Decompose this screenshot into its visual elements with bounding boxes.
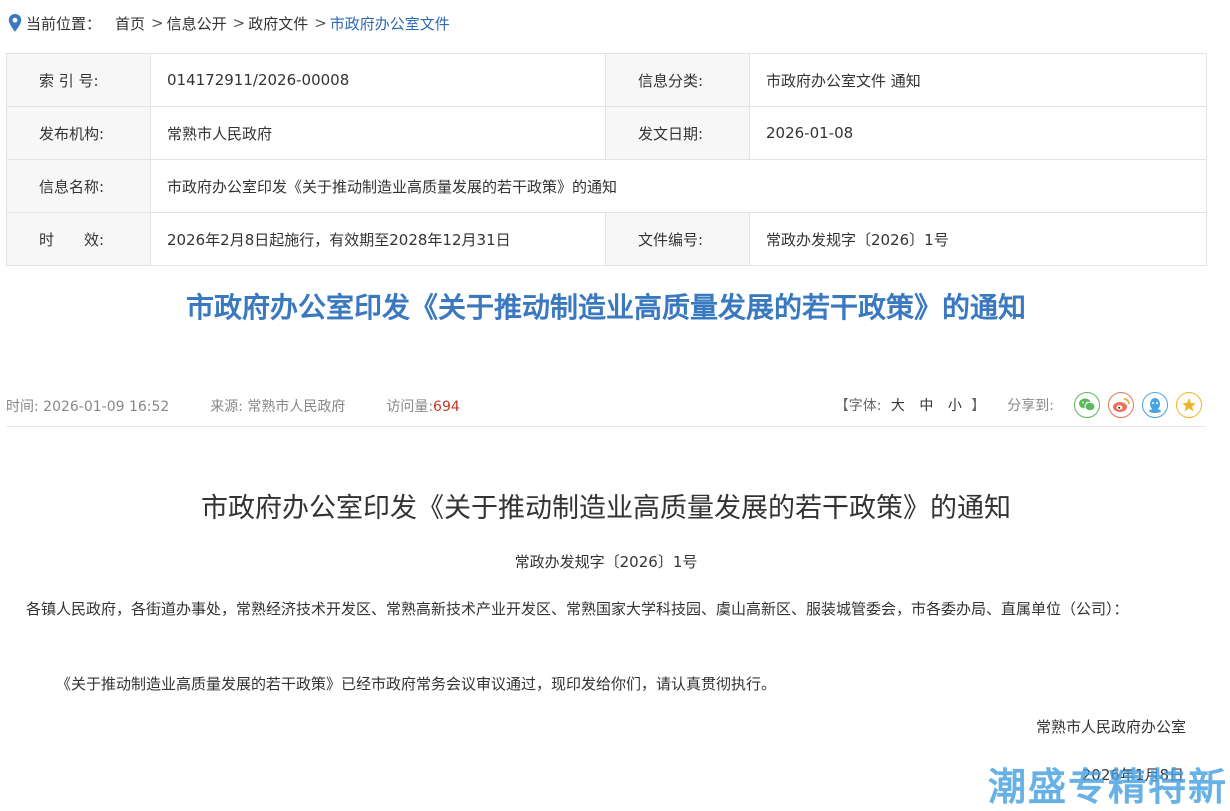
publisher-value: 常熟市人民政府 [150,106,606,160]
publish-time-label: 时间: [6,399,39,415]
share-weibo-button[interactable] [1108,392,1134,418]
font-size-prefix: 【字体: [834,398,882,414]
info-name-value: 市政府办公室印发《关于推动制造业高质量发展的若干政策》的通知 [150,159,1207,213]
doc-number-label: 文件编号: [605,212,750,266]
breadcrumb-info-public-link[interactable]: 信息公开 [167,13,227,34]
metadata-row: 时 效: 2026年2月8日起施行，有效期至2028年12月31日 文件编号: … [6,212,1207,266]
validity-label: 时 效: [6,212,151,266]
font-size-suffix: 】 [971,398,986,414]
breadcrumb-label: 当前位置： [26,14,102,33]
issue-date-value: 2026-01-08 [749,106,1207,160]
article-info-bar: 时间: 2026-01-09 16:52 来源: 常熟市人民政府 访问量:694… [6,384,1206,427]
source-value: 常熟市人民政府 [247,399,346,415]
share-wechat-button[interactable] [1074,392,1100,418]
weibo-icon [1113,398,1130,412]
document-addressee: 各镇人民政府，各街道办事处，常熟经济技术开发区、常熟高新技术产业开发区、常熟国家… [26,600,1129,618]
font-size-small-button[interactable]: 小 [948,398,962,414]
info-metadata-table: 索 引 号: 014172911/2026-00008 信息分类: 市政府办公室… [6,53,1207,266]
document-title: 市政府办公室印发《关于推动制造业高质量发展的若干政策》的通知 [201,493,1011,524]
visits-count: 694 [433,399,460,415]
breadcrumb-separator: > [151,14,164,32]
category-value: 市政府办公室文件 通知 [749,53,1207,107]
issue-date-label: 发文日期: [605,106,750,160]
font-size-large-button[interactable]: 大 [891,398,905,414]
validity-value: 2026年2月8日起施行，有效期至2028年12月31日 [150,212,606,266]
metadata-row: 信息名称: 市政府办公室印发《关于推动制造业高质量发展的若干政策》的通知 [6,159,1207,213]
share-label: 分享到: [1007,398,1054,414]
article-meta: 时间: 2026-01-09 16:52 来源: 常熟市人民政府 访问量:694 [6,396,460,416]
breadcrumb-office-files-link[interactable]: 市政府办公室文件 [330,13,450,34]
wechat-icon [1079,398,1096,412]
share-qzone-button[interactable] [1176,392,1202,418]
qzone-icon [1182,398,1196,412]
page-title: 市政府办公室印发《关于推动制造业高质量发展的若干政策》的通知 [185,291,1026,324]
category-label: 信息分类: [605,53,750,107]
qq-icon [1149,397,1161,413]
font-size-medium-button[interactable]: 中 [919,398,933,414]
document-body-paragraph: 《关于推动制造业高质量发展的若干政策》已经市政府常务会议审议通过，现印发给你们，… [56,675,777,693]
doc-number-value: 常政办发规字〔2026〕1号 [749,212,1207,266]
document-signer: 常熟市人民政府办公室 [1035,718,1186,736]
font-size-control: 【字体: 大 中 小 】 [835,395,986,415]
publisher-label: 发布机构: [6,106,151,160]
info-name-label: 信息名称: [6,159,151,213]
publish-time-value: 2026-01-09 16:52 [43,399,170,415]
breadcrumb: 当前位置： 首页 > 信息公开 > 政府文件 > 市政府办公室文件 [8,12,450,34]
share-qq-button[interactable] [1142,392,1168,418]
watermark-logo: 潮盛专精特新 [987,765,1228,809]
article-tools: 【字体: 大 中 小 】 分享到: [835,390,1202,420]
metadata-row: 发布机构: 常熟市人民政府 发文日期: 2026-01-08 [6,106,1207,160]
source-label: 来源: [210,399,243,415]
index-number-label: 索 引 号: [6,53,151,107]
visits-label: 访问量: [386,399,434,415]
document-number: 常政办发规字〔2026〕1号 [514,553,698,571]
breadcrumb-separator: > [314,14,327,32]
breadcrumb-home-link[interactable]: 首页 [115,13,145,34]
breadcrumb-gov-files-link[interactable]: 政府文件 [248,13,308,34]
location-pin-icon [8,14,22,32]
index-number-value: 014172911/2026-00008 [150,53,606,107]
breadcrumb-separator: > [232,14,246,32]
metadata-row: 索 引 号: 014172911/2026-00008 信息分类: 市政府办公室… [6,53,1207,107]
